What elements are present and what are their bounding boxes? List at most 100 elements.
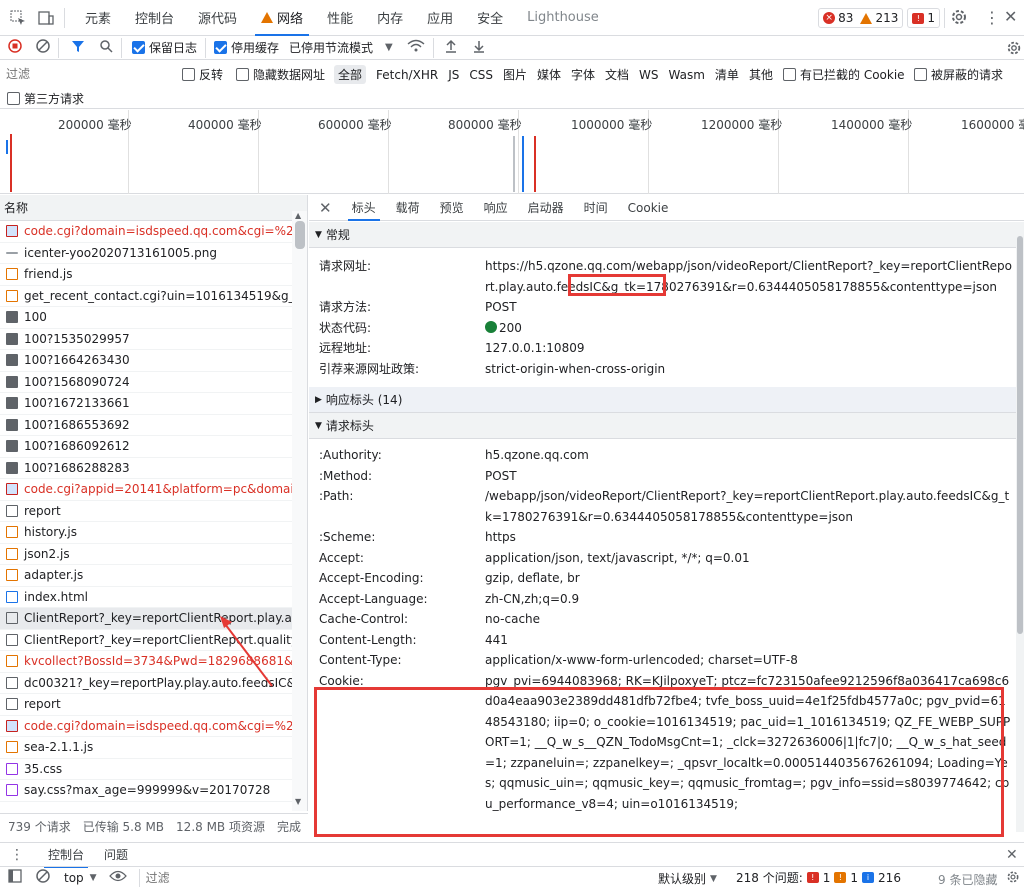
network-conditions-icon[interactable] — [407, 39, 425, 56]
clear-console-icon[interactable] — [36, 869, 50, 886]
request-row[interactable]: 100?1686553692 — [0, 415, 292, 436]
console-settings-gear-icon[interactable] — [1006, 870, 1020, 887]
header-value[interactable]: gzip, deflate, br — [485, 568, 1016, 589]
header-value[interactable]: POST — [485, 466, 1016, 487]
request-row[interactable]: 35.css — [0, 759, 292, 780]
sidebar-toggle-icon[interactable] — [8, 869, 22, 886]
tab-sources[interactable]: 源代码 — [186, 0, 249, 36]
filter-input[interactable] — [0, 64, 170, 84]
scrollbar-thumb[interactable] — [1017, 236, 1023, 634]
throttle-select[interactable]: 已停用节流模式 ▼ — [289, 39, 393, 56]
third-party-checkbox[interactable]: 第三方请求 — [7, 90, 84, 107]
request-row[interactable]: icenter-yoo2020713161005.png — [0, 243, 292, 264]
issues-summary[interactable]: 218 个问题: ! 1 ! 1 i 216 — [736, 869, 901, 886]
request-row[interactable]: sea-2.1.1.js — [0, 737, 292, 759]
device-toolbar-icon[interactable] — [36, 8, 56, 28]
settings-gear-icon[interactable] — [950, 8, 968, 29]
header-value[interactable]: 441 — [485, 630, 1016, 651]
tab-headers[interactable]: 标头 — [342, 195, 386, 221]
request-headers-section-header[interactable]: ▼ 请求标头 — [309, 413, 1016, 439]
disable-cache-checkbox[interactable]: 停用缓存 — [214, 39, 279, 56]
header-value[interactable]: https://h5.qzone.qq.com/webapp/json/vide… — [485, 256, 1016, 297]
header-value[interactable]: no-cache — [485, 609, 1016, 630]
tab-performance[interactable]: 性能 — [315, 0, 365, 36]
header-value[interactable]: https — [485, 527, 1016, 548]
request-row[interactable]: report — [0, 501, 292, 522]
filter-type-other[interactable]: 其他 — [749, 66, 773, 83]
tab-console[interactable]: 控制台 — [123, 0, 186, 36]
request-row[interactable]: say.css?max_age=999999&v=20170728 — [0, 780, 292, 802]
tab-memory[interactable]: 内存 — [365, 0, 415, 36]
request-row[interactable]: 100?1672133661 — [0, 393, 292, 415]
general-section-header[interactable]: ▼ 常规 — [309, 222, 1016, 248]
close-detail-icon[interactable]: ✕ — [309, 195, 342, 221]
filter-type-media[interactable]: 媒体 — [537, 66, 561, 83]
error-count-badge[interactable]: × 83 213 — [818, 8, 904, 28]
header-value[interactable]: application/x-www-form-urlencoded; chars… — [485, 650, 1016, 671]
header-value[interactable]: h5.qzone.qq.com — [485, 445, 1016, 466]
context-select[interactable]: top ▼ — [64, 871, 97, 885]
import-har-icon[interactable] — [444, 39, 458, 56]
tab-network[interactable]: 网络 — [249, 0, 315, 36]
clear-icon[interactable] — [36, 39, 50, 56]
request-row[interactable]: friend.js — [0, 264, 292, 286]
tab-cookies[interactable]: Cookie — [618, 195, 679, 221]
console-filter-input[interactable] — [138, 868, 619, 887]
network-settings-gear-icon[interactable] — [1006, 40, 1022, 59]
request-list-header[interactable]: 名称 — [0, 195, 308, 221]
detail-scrollbar[interactable] — [1016, 222, 1024, 832]
live-expression-eye-icon[interactable] — [108, 870, 127, 885]
inspect-element-icon[interactable] — [8, 8, 28, 28]
request-row[interactable]: adapter.js — [0, 565, 292, 587]
tab-payload[interactable]: 载荷 — [386, 195, 430, 221]
drawer-tab-issues[interactable]: 问题 — [94, 842, 138, 868]
more-options-icon[interactable]: ⋮ — [984, 8, 1000, 27]
scroll-down-icon[interactable]: ▼ — [295, 797, 301, 806]
scrollbar-thumb[interactable] — [295, 221, 305, 249]
scroll-up-icon[interactable]: ▲ — [295, 211, 301, 220]
request-list-scrollbar[interactable]: ▲ ▼ — [292, 211, 308, 811]
request-row[interactable]: index.html — [0, 587, 292, 608]
tab-response[interactable]: 响应 — [474, 195, 518, 221]
filter-type-font[interactable]: 字体 — [571, 66, 595, 83]
filter-type-js[interactable]: JS — [448, 68, 459, 82]
filter-icon[interactable] — [71, 39, 85, 56]
request-row[interactable]: code.cgi?domain=isdspeed.qq.com&cgi=%2Fc… — [0, 716, 292, 737]
request-row[interactable]: json2.js — [0, 544, 292, 565]
log-level-select[interactable]: 默认级别 ▼ — [658, 870, 717, 887]
tab-elements[interactable]: 元素 — [73, 0, 123, 36]
close-drawer-icon[interactable]: ✕ — [1006, 847, 1018, 863]
response-headers-section-header[interactable]: ▶ 响应标头 (14) — [309, 387, 1016, 413]
header-value[interactable]: strict-origin-when-cross-origin — [485, 359, 1016, 380]
request-row[interactable]: 100 — [0, 307, 292, 329]
tab-lighthouse[interactable]: Lighthouse — [515, 0, 611, 36]
search-icon[interactable] — [99, 39, 113, 56]
preserve-log-checkbox[interactable]: 保留日志 — [132, 39, 197, 56]
network-overview-timeline[interactable]: 200000 毫秒 400000 毫秒 600000 毫秒 800000 毫秒 … — [0, 110, 1024, 194]
drawer-menu-icon[interactable]: ⋮ — [10, 847, 24, 863]
record-stop-icon[interactable] — [8, 39, 22, 56]
blocked-cookies-checkbox[interactable]: 有已拦截的 Cookie — [783, 66, 905, 83]
filter-type-all[interactable]: 全部 — [334, 65, 367, 84]
header-value[interactable]: 127.0.0.1:10809 — [485, 338, 1016, 359]
request-row[interactable]: 100?1568090724 — [0, 372, 292, 393]
header-value[interactable]: POST — [485, 297, 1016, 318]
blocked-requests-checkbox[interactable]: 被屏蔽的请求 — [914, 66, 1003, 83]
request-row[interactable]: 100?1535029957 — [0, 329, 292, 350]
filter-type-manifest[interactable]: 清单 — [715, 66, 739, 83]
issues-badge[interactable]: ! 1 — [907, 8, 940, 28]
export-har-icon[interactable] — [472, 39, 486, 56]
tab-timing[interactable]: 时间 — [574, 195, 618, 221]
request-row[interactable]: report — [0, 694, 292, 716]
filter-type-fetch-xhr[interactable]: Fetch/XHR — [376, 68, 438, 82]
request-row[interactable]: 100?1686288283 — [0, 458, 292, 479]
filter-type-css[interactable]: CSS — [469, 68, 493, 82]
request-row[interactable]: code.cgi?domain=isdspeed.qq.com&cgi=%2Fc… — [0, 221, 292, 243]
request-row[interactable]: get_recent_contact.cgi?uin=1016134519&g_… — [0, 286, 292, 307]
request-row[interactable]: history.js — [0, 522, 292, 544]
tab-initiator[interactable]: 启动器 — [518, 195, 574, 221]
close-devtools-icon[interactable]: ✕ — [1004, 7, 1017, 26]
tab-security[interactable]: 安全 — [465, 0, 515, 36]
filter-type-doc[interactable]: 文档 — [605, 66, 629, 83]
tab-application[interactable]: 应用 — [415, 0, 465, 36]
